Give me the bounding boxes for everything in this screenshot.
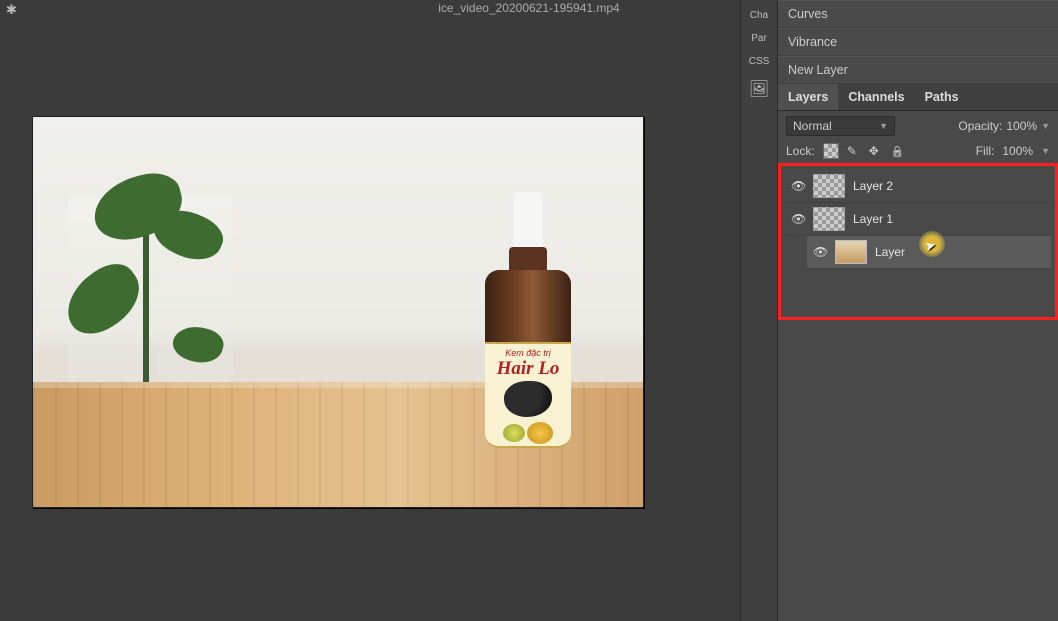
tab-channels[interactable]: Channels <box>838 84 914 110</box>
opacity-value: 100% <box>1006 119 1037 133</box>
plant-stem <box>143 227 149 402</box>
layer-options-row: Normal ▼ Opacity: 100% ▼ <box>778 111 1058 141</box>
image-icon[interactable]: 🖼 <box>741 73 777 105</box>
visibility-eye-icon[interactable]: 👁 <box>791 179 805 193</box>
lock-position-icon[interactable] <box>869 144 883 158</box>
layer-name[interactable]: Layer <box>875 245 905 259</box>
label-title: Hair Lo <box>485 358 571 380</box>
panels-stack: Curves Vibrance New Layer Layers Channel… <box>778 0 1058 621</box>
layers-panel-tabs: Layers Channels Paths <box>778 84 1058 111</box>
lock-label: Lock: <box>786 144 815 158</box>
layer-row[interactable]: 👁 Layer 2 <box>785 170 1051 203</box>
tab-character[interactable]: Cha <box>741 4 777 27</box>
adjust-vibrance[interactable]: Vibrance <box>778 28 1058 56</box>
lock-all-icon[interactable] <box>891 144 905 158</box>
right-panel-column: Cha Par CSS 🖼 Curves Vibrance New Layer … <box>740 0 1058 621</box>
adjust-new-layer[interactable]: New Layer <box>778 56 1058 84</box>
layer-thumbnail[interactable] <box>813 174 845 198</box>
layer-lock-row: Lock: Fill: 100% ▼ <box>778 141 1058 163</box>
opacity-label: Opacity: <box>958 119 1002 133</box>
cursor-icon: ➤ <box>923 237 938 255</box>
layer-row[interactable]: 👁 Layer 1 <box>785 203 1051 236</box>
visibility-eye-icon[interactable]: 👁 <box>813 245 827 259</box>
adjustments-panel: Curves Vibrance New Layer <box>778 0 1058 84</box>
chevron-down-icon: ▼ <box>879 121 888 131</box>
highlight-annotation: 👁 Layer 2 👁 Layer 1 👁 Layer ➤ <box>778 163 1058 320</box>
layer-name[interactable]: Layer 2 <box>853 179 893 193</box>
bottle-neck <box>509 247 547 272</box>
tab-css[interactable]: CSS <box>741 50 777 73</box>
product-bottle: Kem đặc trị Hair Lo <box>473 192 583 452</box>
label-graphic <box>504 381 552 417</box>
label-fruit-icon <box>503 424 525 442</box>
label-subtitle: Kem đặc trị <box>485 348 571 358</box>
lock-pixels-icon[interactable] <box>847 144 861 158</box>
tab-paragraph[interactable]: Par <box>741 27 777 50</box>
opacity-control[interactable]: Opacity: 100% ▼ <box>958 119 1050 133</box>
chevron-down-icon: ▼ <box>1041 146 1050 156</box>
fill-value: 100% <box>1002 144 1033 158</box>
visibility-eye-icon[interactable]: 👁 <box>791 212 805 226</box>
layer-thumbnail[interactable] <box>835 240 867 264</box>
canvas-area: Kem đặc trị Hair Lo <box>0 16 740 621</box>
collapsed-panel-strip: Cha Par CSS 🖼 <box>740 0 778 621</box>
bottle-label: Kem đặc trị Hair Lo <box>485 342 571 448</box>
layer-thumbnail[interactable] <box>813 207 845 231</box>
blend-mode-dropdown[interactable]: Normal ▼ <box>786 116 895 136</box>
layer-name[interactable]: Layer 1 <box>853 212 893 226</box>
tab-paths[interactable]: Paths <box>915 84 969 110</box>
adjust-curves[interactable]: Curves <box>778 0 1058 28</box>
chevron-down-icon: ▼ <box>1041 121 1050 131</box>
fill-label: Fill: <box>976 144 995 158</box>
label-fruit-icon <box>527 422 553 444</box>
bottle-cap <box>513 192 543 247</box>
document-canvas[interactable]: Kem đặc trị Hair Lo <box>32 116 644 508</box>
layer-row-selected[interactable]: 👁 Layer ➤ <box>807 236 1051 269</box>
tab-layers[interactable]: Layers <box>778 84 838 110</box>
blend-mode-value: Normal <box>793 119 832 133</box>
lock-transparency-icon[interactable] <box>823 143 839 159</box>
